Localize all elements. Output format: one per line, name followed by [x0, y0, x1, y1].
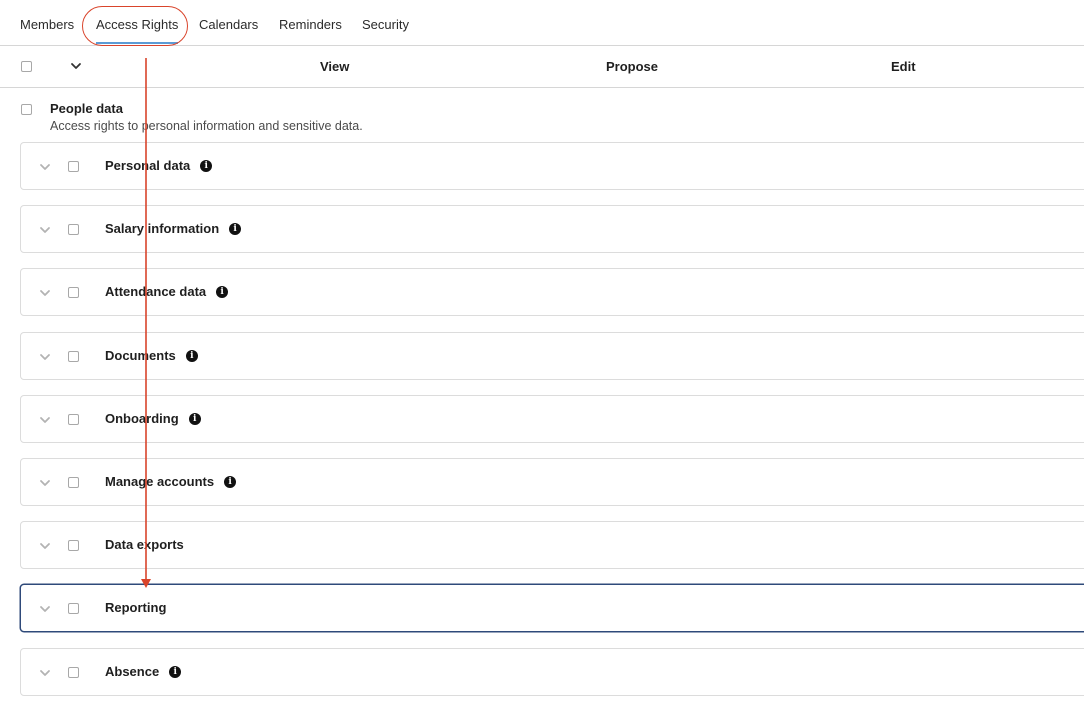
- tab-calendars[interactable]: Calendars: [199, 16, 258, 33]
- row-label: Attendance data: [105, 284, 207, 299]
- row-label: Reporting: [105, 600, 167, 615]
- chevron-down-icon[interactable]: [39, 353, 51, 361]
- permission-row[interactable]: Reporting: [20, 584, 1084, 632]
- tab-bar: Members Access Rights Calendars Reminder…: [0, 0, 1084, 46]
- permission-row[interactable]: Absence i: [20, 648, 1084, 696]
- row-checkbox[interactable]: [68, 351, 79, 362]
- chevron-down-icon[interactable]: [39, 416, 51, 424]
- permission-row[interactable]: Manage accounts i: [20, 458, 1084, 506]
- chevron-down-icon[interactable]: [39, 479, 51, 487]
- row-label-group: Data exports: [105, 537, 184, 553]
- row-checkbox[interactable]: [68, 287, 79, 298]
- row-label: Salary information: [105, 221, 220, 236]
- row-checkbox[interactable]: [68, 414, 79, 425]
- row-label: Personal data: [105, 158, 191, 173]
- section-checkbox[interactable]: [21, 104, 32, 115]
- permission-row[interactable]: Personal data i: [20, 142, 1084, 190]
- row-checkbox[interactable]: [68, 667, 79, 678]
- chevron-down-icon[interactable]: [39, 163, 51, 171]
- permission-row[interactable]: Onboarding i: [20, 395, 1084, 443]
- permission-row[interactable]: Salary information i: [20, 205, 1084, 253]
- row-label: Documents: [105, 348, 176, 363]
- tab-access-rights[interactable]: Access Rights: [96, 16, 179, 44]
- info-icon[interactable]: i: [200, 160, 213, 172]
- row-checkbox[interactable]: [68, 477, 79, 488]
- row-checkbox[interactable]: [68, 540, 79, 551]
- chevron-down-icon[interactable]: [39, 542, 51, 550]
- info-icon[interactable]: i: [229, 223, 242, 235]
- chevron-down-icon[interactable]: [39, 289, 51, 297]
- row-label-group: Onboarding i: [105, 411, 201, 427]
- row-label-group: Documents i: [105, 348, 198, 364]
- row-label: Absence: [105, 664, 160, 679]
- permission-row[interactable]: Documents i: [20, 332, 1084, 380]
- row-checkbox[interactable]: [68, 603, 79, 614]
- row-label-group: Personal data i: [105, 158, 213, 174]
- row-label: Manage accounts: [105, 474, 215, 489]
- tab-security[interactable]: Security: [362, 16, 409, 33]
- chevron-down-icon[interactable]: [39, 605, 51, 613]
- row-label-group: Reporting: [105, 600, 166, 616]
- info-icon[interactable]: i: [185, 350, 198, 362]
- chevron-down-icon[interactable]: [70, 62, 82, 70]
- row-label-group: Attendance data i: [105, 284, 229, 300]
- permission-row[interactable]: Data exports: [20, 521, 1084, 569]
- row-label: Onboarding: [105, 411, 179, 426]
- section-description: Access rights to personal information an…: [50, 119, 363, 133]
- column-header-edit: Edit: [891, 59, 916, 74]
- row-label-group: Salary information i: [105, 221, 242, 237]
- select-all-checkbox[interactable]: [21, 61, 32, 72]
- row-checkbox[interactable]: [68, 161, 79, 172]
- row-label-group: Absence i: [105, 664, 182, 680]
- tab-members[interactable]: Members: [20, 16, 74, 33]
- permission-row[interactable]: Attendance data i: [20, 268, 1084, 316]
- row-label: Data exports: [105, 537, 184, 552]
- chevron-down-icon[interactable]: [39, 226, 51, 234]
- row-label-group: Manage accounts i: [105, 474, 237, 490]
- column-header-view: View: [320, 59, 350, 74]
- info-icon[interactable]: i: [169, 666, 182, 678]
- info-icon[interactable]: i: [188, 413, 201, 425]
- column-header-row: View Propose Edit: [0, 46, 1084, 88]
- access-rights-page: Members Access Rights Calendars Reminder…: [0, 0, 1084, 704]
- section-title: People data: [50, 101, 123, 116]
- tab-reminders[interactable]: Reminders: [279, 16, 342, 33]
- row-checkbox[interactable]: [68, 224, 79, 235]
- chevron-down-icon[interactable]: [39, 669, 51, 677]
- info-icon[interactable]: i: [216, 286, 229, 298]
- column-header-propose: Propose: [606, 59, 659, 74]
- info-icon[interactable]: i: [224, 476, 237, 488]
